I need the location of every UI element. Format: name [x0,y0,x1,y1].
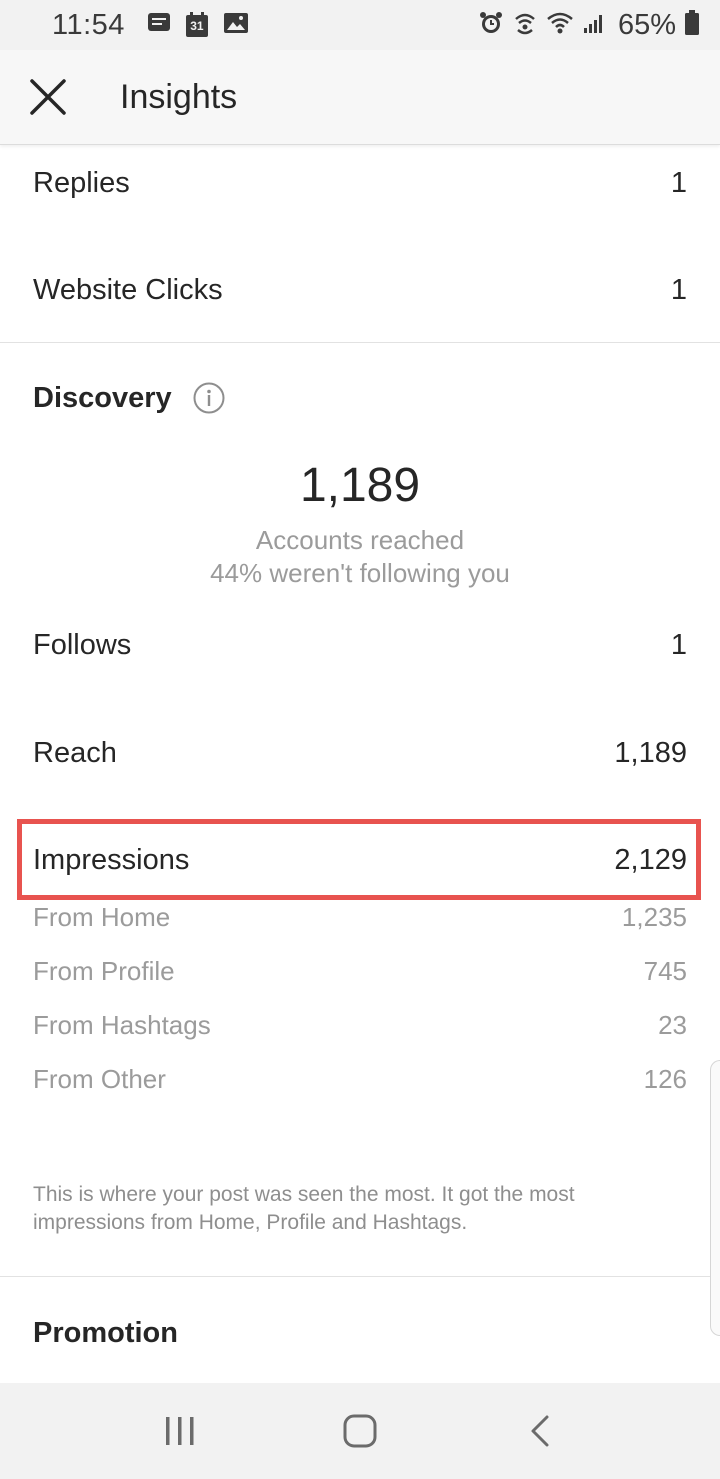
image-icon [223,12,249,39]
battery-icon [684,9,700,41]
info-icon[interactable] [192,381,226,415]
section-divider [0,1276,720,1277]
home-icon [343,1414,377,1448]
impressions-value: 2,129 [614,843,687,876]
promotion-heading: Promotion [33,1312,178,1354]
reach-row: Reach 1,189 [33,732,687,774]
calendar-day: 31 [190,19,204,33]
impressions-note: This is where your post was seen the mos… [33,1183,575,1234]
promotion-title: Promotion [33,1316,178,1349]
section-divider [0,342,720,343]
message-icon [147,12,171,39]
from-other-value: 126 [643,1063,687,1094]
close-icon [30,79,66,115]
replies-row: Replies 1 [33,162,687,204]
follows-row: Follows 1 [33,624,687,666]
reach-label: Reach [33,736,117,769]
website-clicks-label: Website Clicks [33,273,223,306]
recent-apps-button[interactable] [140,1391,220,1471]
accounts-reached-number: 1,189 [299,459,421,512]
scroll-handle[interactable] [710,1060,720,1336]
follows-label: Follows [33,628,132,661]
hotspot-icon [512,10,538,41]
status-bar: 11:54 31 65% [0,0,720,50]
from-home-row: From Home 1,235 [33,898,687,936]
impressions-row: Impressions 2,129 [33,839,687,881]
back-icon [531,1415,549,1447]
from-other-label: From Other [33,1063,166,1094]
discovery-title: Discovery [33,381,172,414]
discovery-heading: Discovery [33,377,226,419]
from-profile-value: 745 [643,955,687,986]
from-hashtags-value: 23 [658,1009,687,1040]
from-profile-label: From Profile [33,955,175,986]
replies-label: Replies [33,166,130,199]
from-hashtags-row: From Hashtags 23 [33,1006,687,1044]
alarm-icon [478,10,504,41]
battery-percent: 65% [617,8,676,41]
home-button[interactable] [320,1391,400,1471]
accounts-reached-label: Accounts reached [255,525,465,555]
recent-apps-icon [166,1417,194,1445]
status-time: 11:54 [52,8,125,41]
from-profile-row: From Profile 745 [33,952,687,990]
back-button[interactable] [500,1391,580,1471]
from-other-row: From Other 126 [33,1060,687,1098]
from-hashtags-label: From Hashtags [33,1009,211,1040]
page-title: Insights [120,77,238,116]
impressions-label: Impressions [33,843,190,876]
from-home-label: From Home [33,901,171,932]
not-following-label: 44% weren't following you [210,558,510,588]
system-nav-bar [0,1383,720,1479]
replies-value: 1 [670,166,687,199]
website-clicks-row: Website Clicks 1 [33,269,687,311]
reach-value: 1,189 [614,736,687,769]
app-header: Insights [0,50,720,145]
calendar-icon: 31 [185,12,209,38]
website-clicks-value: 1 [670,273,687,306]
from-home-value: 1,235 [621,901,687,932]
close-button[interactable] [18,67,78,127]
follows-value: 1 [670,628,687,661]
signal-icon [582,11,606,40]
wifi-icon [546,11,574,40]
